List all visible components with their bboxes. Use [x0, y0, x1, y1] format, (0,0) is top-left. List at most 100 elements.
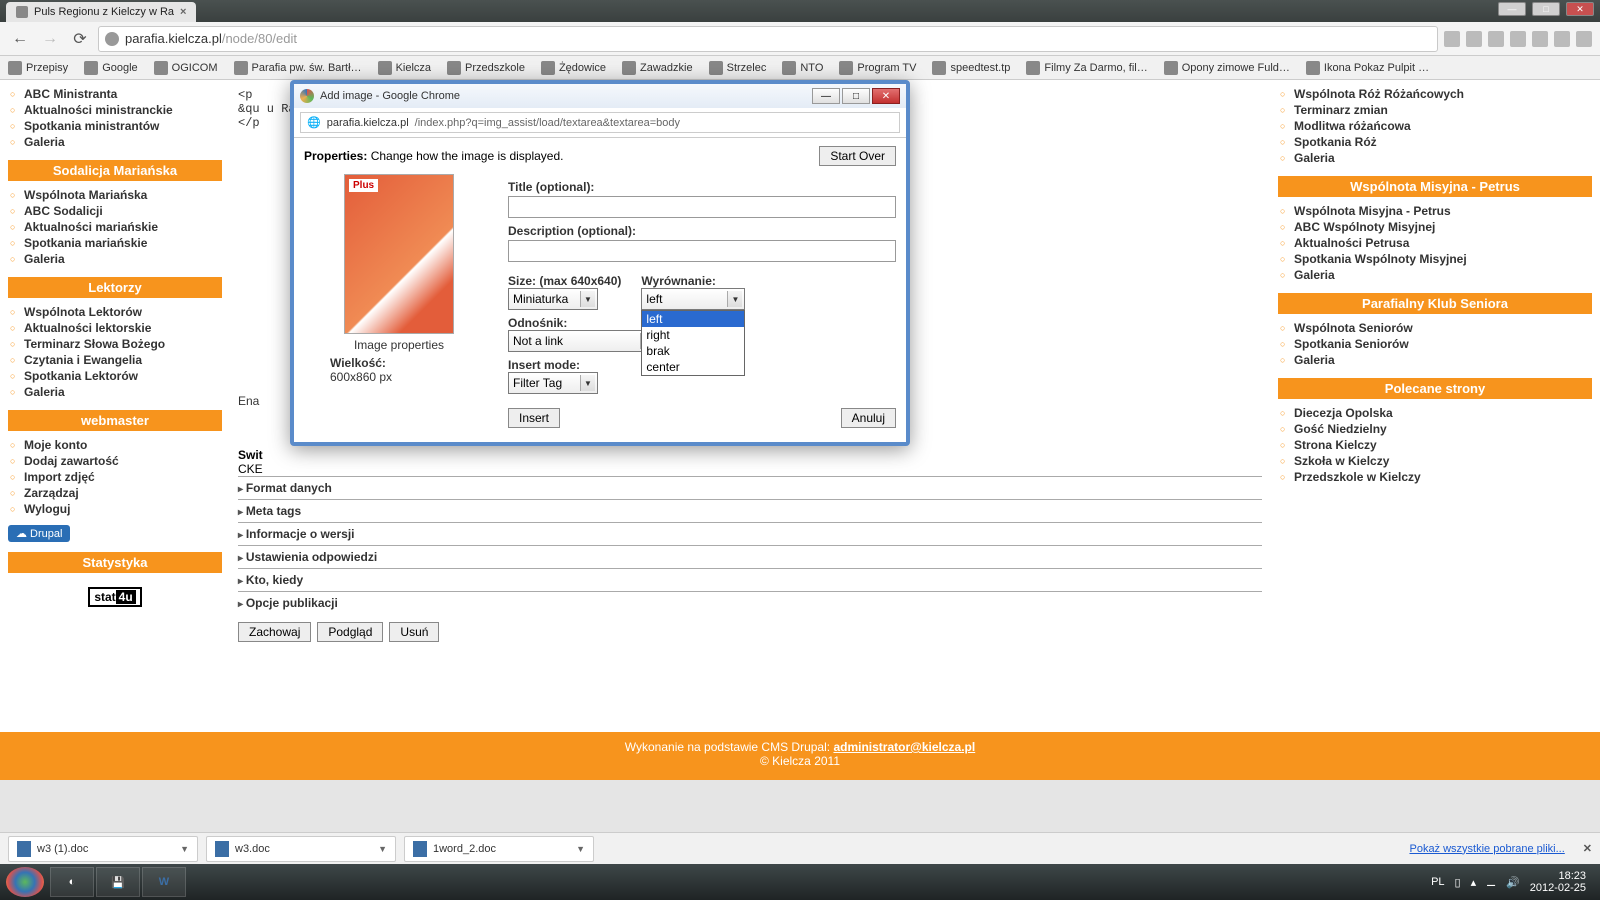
sidebar-item[interactable]: Spotkania Lektorów: [24, 368, 222, 384]
downloads-close-icon[interactable]: ✕: [1583, 842, 1592, 855]
download-item[interactable]: w3.doc▼: [206, 836, 396, 862]
taskbar-word-icon[interactable]: W: [142, 867, 186, 897]
tray-flag-icon[interactable]: ▯: [1455, 876, 1461, 889]
sidebar-item[interactable]: Wspólnota Mariańska: [24, 187, 222, 203]
stat4u-badge[interactable]: stat4u: [88, 587, 141, 607]
popup-maximize-button[interactable]: □: [842, 88, 870, 104]
fieldset-toggle[interactable]: Format danych: [238, 476, 1262, 499]
download-item[interactable]: 1word_2.doc▼: [404, 836, 594, 862]
sidebar-item[interactable]: Moje konto: [24, 437, 222, 453]
bookmark-item[interactable]: speedtest.tp: [932, 61, 1010, 75]
tray-sound-icon[interactable]: 🔊: [1506, 876, 1520, 889]
tray-lang[interactable]: PL: [1431, 876, 1444, 888]
bookmark-item[interactable]: Parafia pw. św. Bartł…: [234, 61, 362, 75]
sidebar-item[interactable]: ABC Wspólnoty Misyjnej: [1294, 219, 1592, 235]
link-select[interactable]: Not a link: [508, 330, 658, 352]
drupal-badge[interactable]: ☁ Drupal: [8, 525, 70, 542]
description-input[interactable]: [508, 240, 896, 262]
window-close-button[interactable]: ✕: [1566, 2, 1594, 16]
sidebar-item[interactable]: Terminarz zmian: [1294, 102, 1592, 118]
align-option[interactable]: center: [642, 359, 744, 375]
sidebar-item[interactable]: Aktualności lektorskie: [24, 320, 222, 336]
sidebar-item[interactable]: ABC Sodalicji: [24, 203, 222, 219]
bookmark-item[interactable]: Zawadzkie: [622, 61, 693, 75]
sidebar-item[interactable]: Galeria: [1294, 352, 1592, 368]
taskbar-chrome-icon[interactable]: ◐: [50, 867, 94, 897]
chevron-down-icon[interactable]: ▼: [576, 844, 585, 854]
align-select[interactable]: left: [641, 288, 745, 310]
sidebar-item[interactable]: Wspólnota Misyjna - Petrus: [1294, 203, 1592, 219]
tab-close-icon[interactable]: ×: [180, 6, 186, 18]
popup-minimize-button[interactable]: —: [812, 88, 840, 104]
reload-button[interactable]: ⟳: [68, 27, 92, 51]
tray-chevron-icon[interactable]: ▴: [1471, 876, 1477, 889]
address-bar[interactable]: parafia.kielcza.pl/node/80/edit: [98, 26, 1438, 52]
cancel-button[interactable]: Anuluj: [841, 408, 896, 428]
sidebar-item[interactable]: Dodaj zawartość: [24, 453, 222, 469]
browser-tab[interactable]: Puls Regionu z Kielczy w Ra ×: [6, 2, 196, 22]
toolbar-icon[interactable]: [1554, 31, 1570, 47]
bookmark-item[interactable]: Żędowice: [541, 61, 606, 75]
align-option[interactable]: brak: [642, 343, 744, 359]
forward-button[interactable]: →: [38, 27, 62, 51]
mode-select[interactable]: Filter Tag: [508, 372, 598, 394]
tray-network-icon[interactable]: ⚊: [1486, 876, 1496, 889]
sidebar-item[interactable]: Diecezja Opolska: [1294, 405, 1592, 421]
sidebar-item[interactable]: Przedszkole w Kielczy: [1294, 469, 1592, 485]
tray-clock[interactable]: 18:23 2012-02-25: [1530, 870, 1586, 894]
fieldset-toggle[interactable]: Informacje o wersji: [238, 522, 1262, 545]
sidebar-item[interactable]: Modlitwa różańcowa: [1294, 118, 1592, 134]
sidebar-item[interactable]: Galeria: [24, 251, 222, 267]
bookmark-item[interactable]: Kielcza: [378, 61, 431, 75]
bookmark-item[interactable]: Program TV: [839, 61, 916, 75]
sidebar-item[interactable]: Galeria: [24, 134, 222, 150]
wrench-icon[interactable]: [1576, 31, 1592, 47]
start-button[interactable]: [6, 867, 44, 897]
sidebar-item[interactable]: Terminarz Słowa Bożego: [24, 336, 222, 352]
sidebar-item[interactable]: Import zdjęć: [24, 469, 222, 485]
toolbar-icon[interactable]: [1510, 31, 1526, 47]
sidebar-item[interactable]: Spotkania Róż: [1294, 134, 1592, 150]
window-maximize-button[interactable]: □: [1532, 2, 1560, 16]
sidebar-item[interactable]: ABC Ministranta: [24, 86, 222, 102]
fieldset-toggle[interactable]: Opcje publikacji: [238, 591, 1262, 614]
fieldset-toggle[interactable]: Kto, kiedy: [238, 568, 1262, 591]
start-over-button[interactable]: Start Over: [819, 146, 896, 166]
toolbar-icon[interactable]: [1532, 31, 1548, 47]
sidebar-item[interactable]: Galeria: [24, 384, 222, 400]
sidebar-item[interactable]: Aktualności mariańskie: [24, 219, 222, 235]
popup-address-bar[interactable]: 🌐 parafia.kielcza.pl/index.php?q=img_ass…: [300, 112, 900, 133]
fieldset-toggle[interactable]: Meta tags: [238, 499, 1262, 522]
sidebar-item[interactable]: Spotkania Seniorów: [1294, 336, 1592, 352]
bookmark-item[interactable]: Strzelec: [709, 61, 767, 75]
bookmark-item[interactable]: OGICOM: [154, 61, 218, 75]
bookmark-item[interactable]: Ikona Pokaz Pulpit …: [1306, 61, 1429, 75]
preview-button[interactable]: Podgląd: [317, 622, 383, 642]
bookmark-item[interactable]: Przepisy: [8, 61, 68, 75]
insert-button[interactable]: Insert: [508, 408, 560, 428]
delete-button[interactable]: Usuń: [389, 622, 439, 642]
sidebar-item[interactable]: Gość Niedzielny: [1294, 421, 1592, 437]
toolbar-icon[interactable]: [1488, 31, 1504, 47]
bookmark-item[interactable]: Google: [84, 61, 137, 75]
bookmark-item[interactable]: Przedszkole: [447, 61, 525, 75]
show-all-downloads-link[interactable]: Pokaż wszystkie pobrane pliki...: [1409, 843, 1564, 855]
align-option[interactable]: left: [642, 311, 744, 327]
bookmark-item[interactable]: NTO: [782, 61, 823, 75]
sidebar-item[interactable]: Galeria: [1294, 150, 1592, 166]
footer-email-link[interactable]: administrator@kielcza.pl: [833, 740, 975, 754]
title-input[interactable]: [508, 196, 896, 218]
bookmark-item[interactable]: Opony zimowe Fuld…: [1164, 61, 1290, 75]
sidebar-item[interactable]: Spotkania Wspólnoty Misyjnej: [1294, 251, 1592, 267]
window-minimize-button[interactable]: —: [1498, 2, 1526, 16]
sidebar-item[interactable]: Wspólnota Róż Różańcowych: [1294, 86, 1592, 102]
taskbar-save-icon[interactable]: 💾: [96, 867, 140, 897]
sidebar-item[interactable]: Galeria: [1294, 267, 1592, 283]
toolbar-icon[interactable]: [1466, 31, 1482, 47]
sidebar-item[interactable]: Spotkania mariańskie: [24, 235, 222, 251]
sidebar-item[interactable]: Strona Kielczy: [1294, 437, 1592, 453]
sidebar-item[interactable]: Czytania i Ewangelia: [24, 352, 222, 368]
align-option[interactable]: right: [642, 327, 744, 343]
size-select[interactable]: Miniaturka: [508, 288, 598, 310]
chevron-down-icon[interactable]: ▼: [180, 844, 189, 854]
